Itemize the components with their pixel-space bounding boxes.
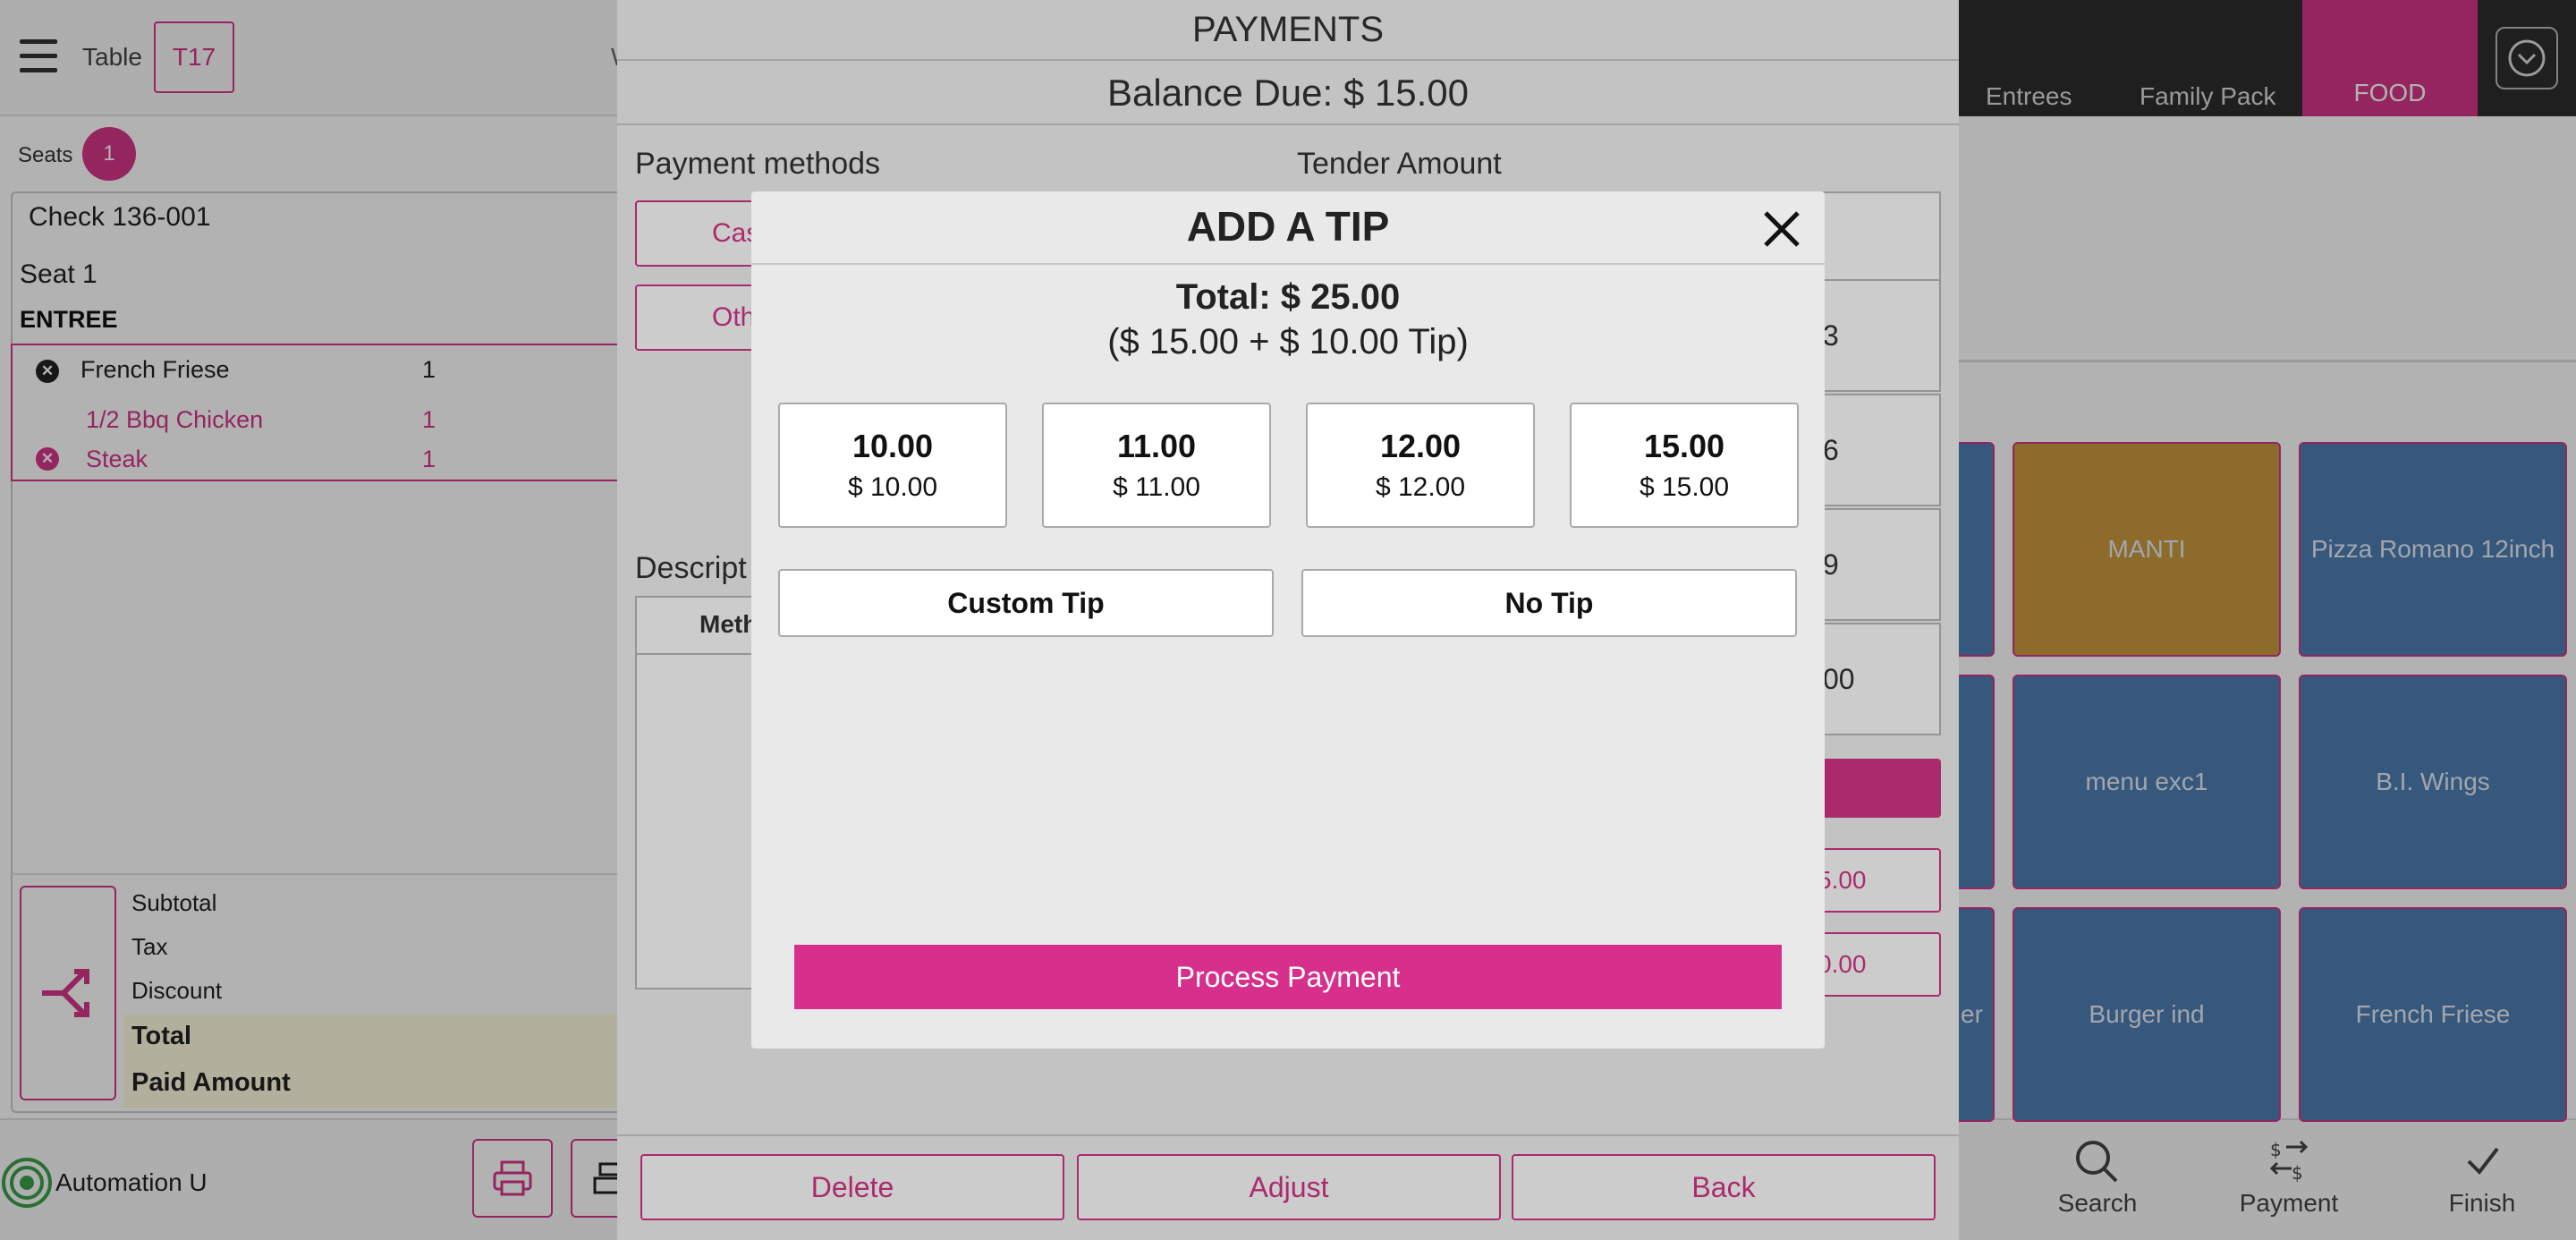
- tip-option-value: 10.00: [852, 428, 934, 464]
- no-tip-button[interactable]: No Tip: [1301, 569, 1797, 637]
- close-icon: [1764, 211, 1800, 247]
- tip-option-button[interactable]: 10.00 $ 10.00: [778, 403, 1007, 528]
- tip-option-amount: $ 11.00: [1113, 472, 1200, 502]
- tip-option-value: 12.00: [1379, 428, 1462, 464]
- tip-option-button[interactable]: 12.00 $ 12.00: [1306, 403, 1535, 528]
- tip-option-button[interactable]: 11.00 $ 11.00: [1042, 403, 1271, 528]
- tip-option-amount: $ 10.00: [847, 472, 938, 502]
- tip-option-value: 11.00: [1116, 428, 1197, 464]
- custom-tip-button[interactable]: Custom Tip: [778, 569, 1274, 637]
- tip-modal-title: ADD A TIP: [1186, 203, 1390, 250]
- tip-total: Total: $ 25.00: [1175, 277, 1401, 317]
- process-payment-button[interactable]: Process Payment: [794, 945, 1782, 1009]
- tip-breakdown: ($ 15.00 + $ 10.00 Tip): [1107, 322, 1469, 361]
- tip-option-amount: $ 15.00: [1639, 472, 1730, 502]
- tip-option-button[interactable]: 15.00 $ 15.00: [1570, 403, 1799, 528]
- close-button[interactable]: [1755, 202, 1809, 256]
- tip-option-amount: $ 12.00: [1375, 472, 1466, 502]
- tip-option-value: 15.00: [1643, 428, 1725, 464]
